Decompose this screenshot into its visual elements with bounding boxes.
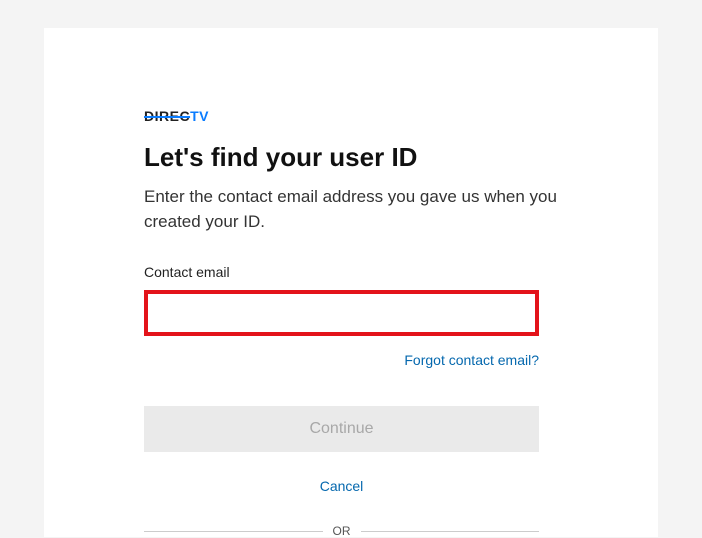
- logo-part-tv: TV: [190, 108, 209, 124]
- cancel-link[interactable]: Cancel: [320, 478, 364, 494]
- directv-logo: DIRECTV: [144, 108, 558, 124]
- continue-button[interactable]: Continue: [144, 406, 539, 452]
- divider-text: OR: [333, 524, 351, 538]
- contact-email-input[interactable]: [144, 290, 539, 336]
- forgot-contact-email-link[interactable]: Forgot contact email?: [404, 352, 539, 368]
- forgot-row: Forgot contact email?: [144, 352, 539, 370]
- divider-line-right: [361, 531, 540, 532]
- contact-email-label: Contact email: [144, 264, 558, 280]
- page-subheading: Enter the contact email address you gave…: [144, 185, 558, 234]
- divider-line-left: [144, 531, 323, 532]
- or-divider: OR: [144, 524, 539, 538]
- logo-part-direc: DIREC: [144, 108, 190, 124]
- auth-card: DIRECTV Let's find your user ID Enter th…: [44, 28, 658, 537]
- page-title: Let's find your user ID: [144, 142, 558, 173]
- cancel-row: Cancel: [144, 478, 539, 496]
